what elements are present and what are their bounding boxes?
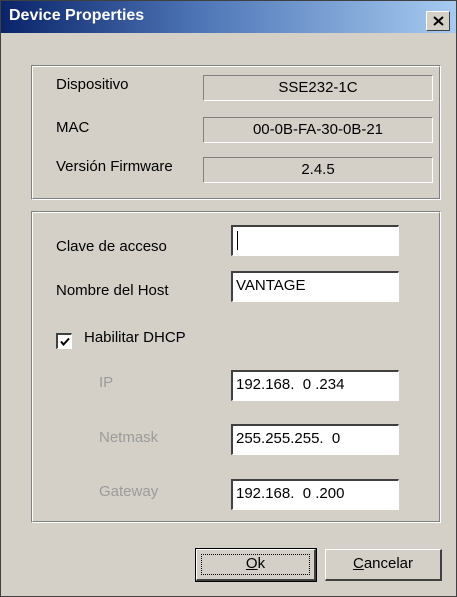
title-bar[interactable]: Device Properties [1,1,456,33]
mac-label: MAC [56,119,90,136]
text-caret [237,231,238,250]
host-label: Nombre del Host [56,282,169,299]
cancel-mnemonic: C [352,555,364,572]
host-name-input[interactable]: VANTAGE [231,271,399,302]
cancel-label: ancelar [363,555,414,572]
gateway-label: Gateway [99,483,159,500]
ok-button[interactable]: Ok [195,548,317,582]
netmask-input[interactable]: 255.255.255. 0 [231,424,399,455]
device-properties-dialog: Device Properties Dispositivo SSE232-1C … [0,0,457,597]
password-label: Clave de acceso [56,238,167,255]
ok-label: k [257,555,266,572]
password-input[interactable] [231,225,399,256]
window-title: Device Properties [9,7,145,24]
cancel-button[interactable]: Cancelar [325,549,442,581]
firmware-label: Versión Firmware [56,158,173,175]
firmware-value: 2.4.5 [203,157,433,183]
close-button[interactable] [426,11,450,31]
checkmark-icon [60,337,70,347]
device-value: SSE232-1C [203,75,433,101]
close-icon [433,16,444,26]
mac-value: 00-0B-FA-30-0B-21 [203,117,433,143]
netmask-label: Netmask [99,429,159,446]
gateway-input[interactable]: 192.168. 0 .200 [231,479,399,510]
dhcp-label[interactable]: Habilitar DHCP [84,329,186,346]
ip-label: IP [99,374,114,391]
device-label: Dispositivo [56,76,129,93]
ok-mnemonic: O [245,555,258,572]
dhcp-checkbox[interactable] [56,333,72,349]
network-settings-group [31,211,441,523]
ip-input[interactable]: 192.168. 0 .234 [231,370,399,401]
